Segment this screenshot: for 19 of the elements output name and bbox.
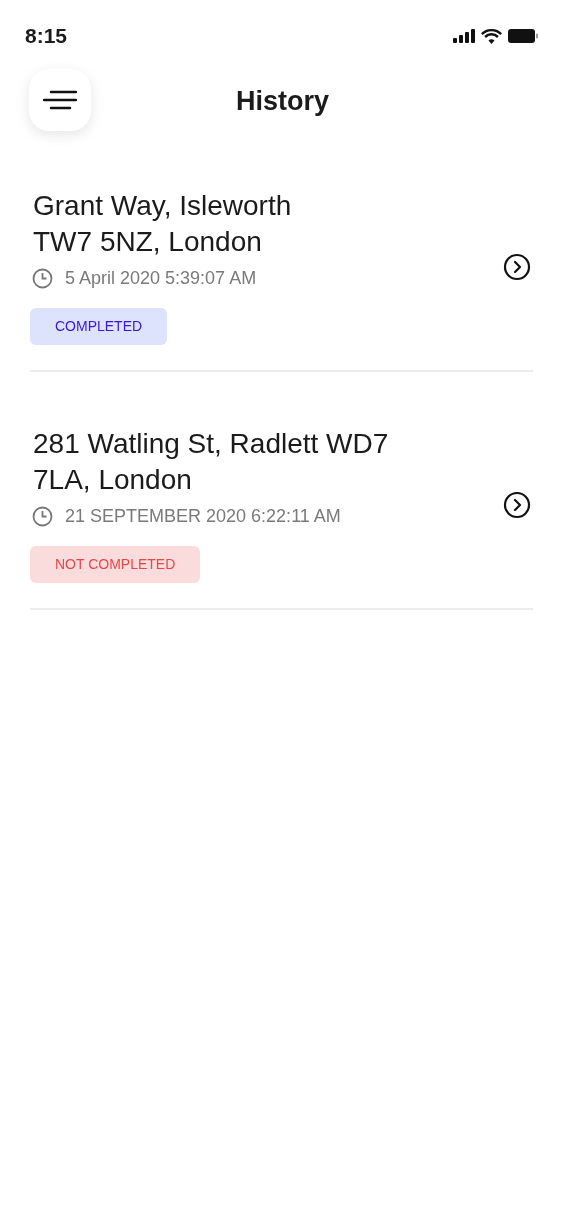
status-badge: COMPLETED — [30, 308, 168, 345]
status-badge: NOT COMPLETED — [30, 546, 201, 583]
wifi-icon — [481, 28, 502, 44]
chevron-circle-icon — [503, 490, 531, 519]
clock-icon — [32, 506, 53, 527]
history-item[interactable]: 281 Watling St, Radlett WD7 7LA, London 21 SEPTEMBER 2020 6:22:11 AM NOT COMPLETED — [30, 413, 533, 610]
page-title: History — [236, 84, 329, 118]
clock-icon — [32, 268, 53, 289]
history-item[interactable]: Grant Way, Isleworth TW7 5NZ, London 5 April 2020 5:39:07 AM COMPLETED — [30, 175, 533, 372]
menu-icon — [43, 90, 77, 110]
battery-icon — [508, 29, 538, 43]
signal-icon — [453, 29, 475, 43]
trip-datetime: 5 April 2020 5:39:07 AM — [65, 267, 257, 290]
menu-button[interactable] — [29, 69, 91, 131]
address: Grant Way, Isleworth TW7 5NZ, London — [32, 189, 293, 259]
status-time: 8:15 — [25, 23, 68, 50]
chevron-circle-icon — [503, 252, 531, 281]
address: 281 Watling St, Radlett WD7 7LA, London — [32, 427, 390, 497]
trip-datetime: 21 SEPTEMBER 2020 6:22:11 AM — [65, 505, 341, 528]
